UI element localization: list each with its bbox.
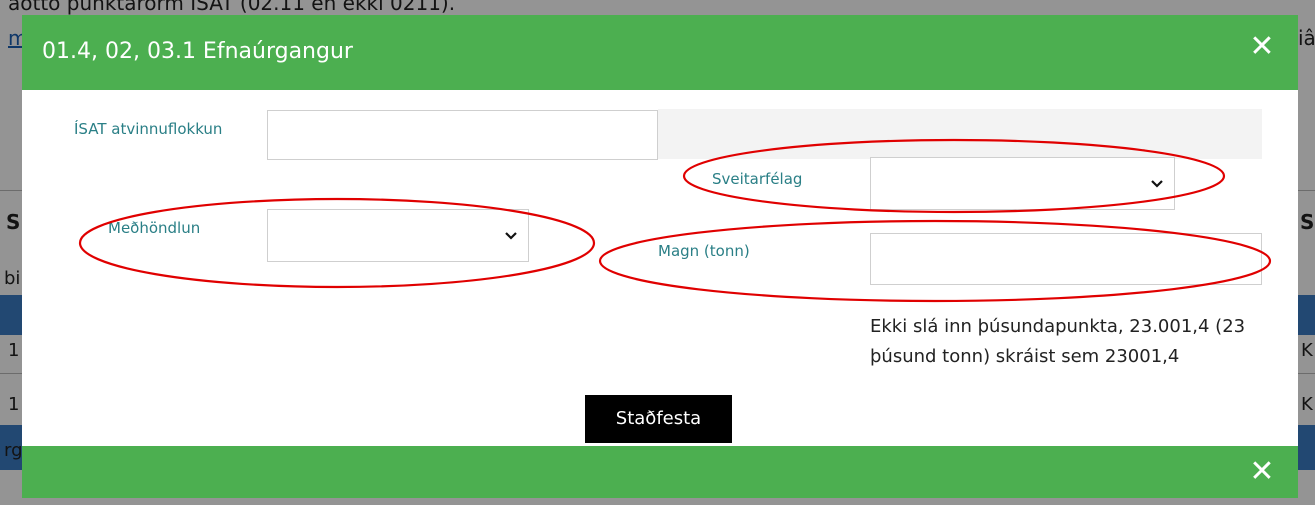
modal-dialog: 01.4, 02, 03.1 Efnaúrgangur ✕ ÍSAT atvin… xyxy=(22,15,1298,498)
magn-label: Magn (tonn) xyxy=(658,242,750,260)
modal-header: 01.4, 02, 03.1 Efnaúrgangur ✕ xyxy=(22,15,1298,90)
form-background-strip xyxy=(658,109,1262,159)
close-icon[interactable]: ✕ xyxy=(1244,29,1280,65)
magn-input[interactable] xyxy=(870,233,1262,285)
confirm-button[interactable]: Staðfesta xyxy=(585,395,732,443)
medhondlun-label: Meðhöndlun xyxy=(108,219,201,237)
isat-label: ÍSAT atvinnuflokkun xyxy=(74,120,223,138)
chevron-down-icon xyxy=(505,231,517,240)
chevron-down-icon xyxy=(1151,179,1163,188)
thousands-separator-hint: Ekki slá inn þúsundapunkta, 23.001,4 (23… xyxy=(870,316,1246,367)
close-icon[interactable]: ✕ xyxy=(1244,454,1280,490)
medhondlun-select[interactable] xyxy=(267,209,529,262)
modal-footer: ✕ xyxy=(22,446,1298,498)
isat-input[interactable] xyxy=(267,110,658,160)
sveitarfelag-select[interactable] xyxy=(870,157,1175,210)
sveitarfelag-label: Sveitarfélag xyxy=(712,170,803,188)
modal-title: 01.4, 02, 03.1 Efnaúrgangur xyxy=(42,39,353,64)
